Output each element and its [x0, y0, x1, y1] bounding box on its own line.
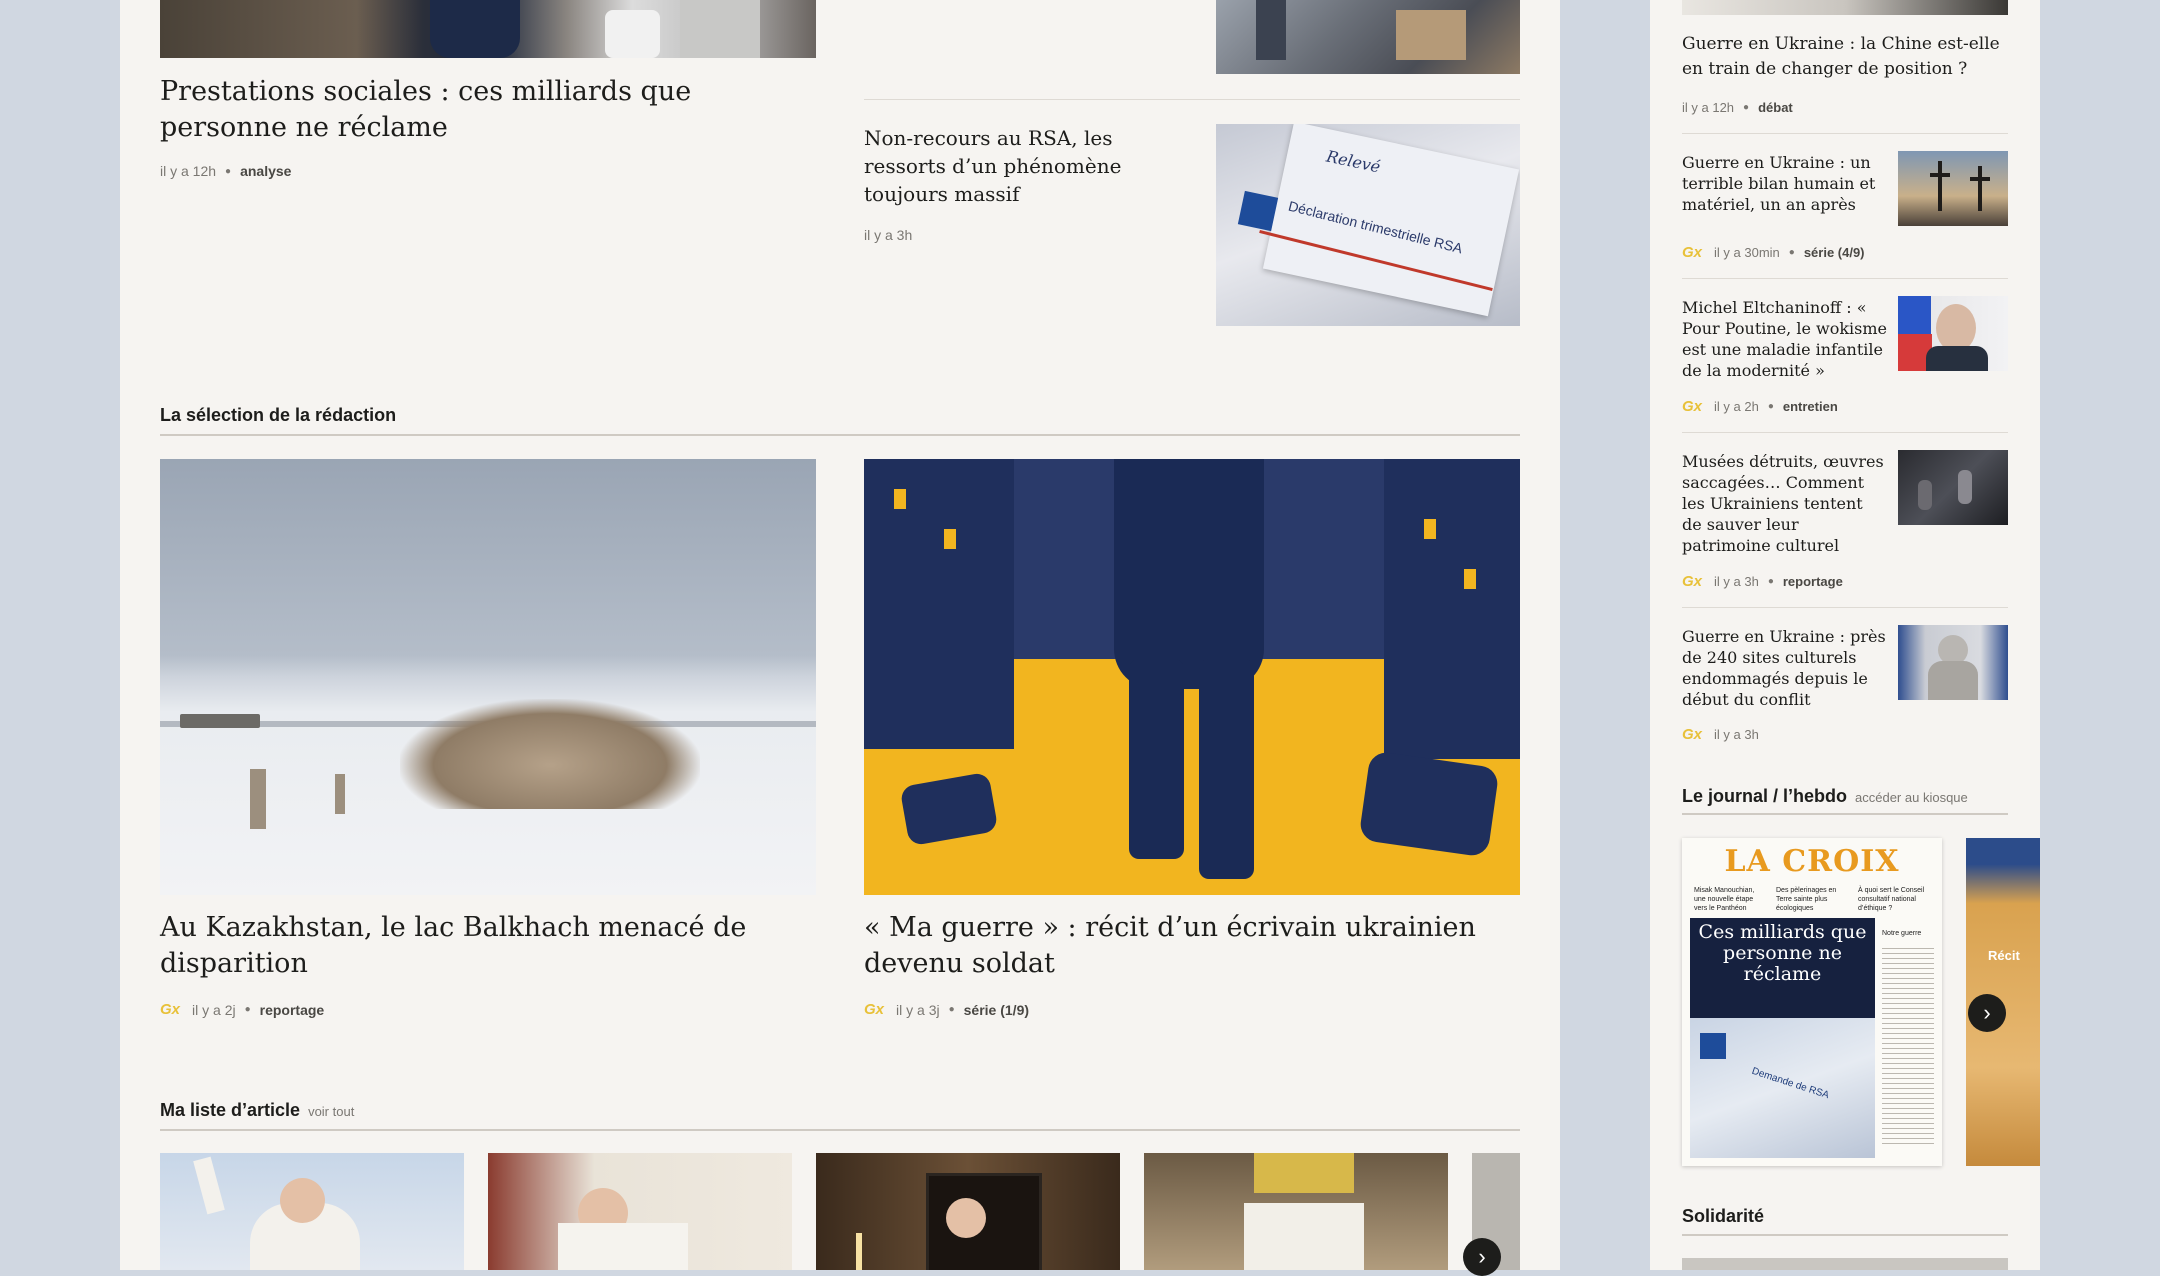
time-label: il y a 3h [864, 227, 913, 243]
rsa-document-image[interactable]: Relevé Déclaration trimestrielle RSA [1216, 124, 1520, 326]
main-column: Prestations sociales : ces milliards que… [120, 0, 1560, 1276]
sidebar-item-meta: Gx il y a 3h ● reportage [1682, 573, 1843, 590]
separator-dot: ● [225, 165, 232, 177]
journal-next-button[interactable]: › [1968, 994, 2006, 1032]
sidebar-top-meta: il y a 12h ● débat [1682, 100, 1793, 115]
separator-dot: ● [1788, 247, 1795, 258]
side-article-title[interactable]: Non-recours au RSA, les ressorts d’un ph… [864, 124, 1174, 208]
list-next-button[interactable]: › [1463, 1238, 1501, 1276]
section-divider [160, 1129, 1520, 1131]
sidebar-top-title[interactable]: Guerre en Ukraine : la Chine est-elle en… [1682, 32, 2008, 82]
tag-label: série (1/9) [963, 1001, 1030, 1018]
divider [1682, 278, 2008, 279]
gx-badge-icon: Gx [1682, 398, 1703, 415]
time-label: il y a 2j [192, 1001, 236, 1018]
lead-article-title[interactable]: Prestations sociales : ces milliards que… [160, 74, 820, 146]
newspaper-cover[interactable]: LA CROIX Misak Manouchian, une nouvelle … [1682, 838, 1942, 1166]
cover-subhead: À quoi sert le Conseil consultatif natio… [1858, 887, 1925, 912]
kazakhstan-article-meta: Gx il y a 2j ● reportage [160, 1001, 324, 1018]
list-card-image[interactable] [1144, 1153, 1448, 1270]
divider [1682, 607, 2008, 608]
section-divider [1682, 1234, 2008, 1236]
time-label: il y a 30min [1714, 245, 1780, 260]
soldier-article-title[interactable]: « Ma guerre » : récit d’un écrivain ukra… [864, 910, 1520, 982]
divider [864, 99, 1520, 100]
my-list-heading-text: Ma liste d’article [160, 1100, 301, 1120]
tag-label: reportage [1782, 574, 1843, 589]
time-label: il y a 2h [1714, 399, 1759, 414]
solidarite-heading: Solidarité [1682, 1206, 1764, 1227]
gx-badge-icon: Gx [1682, 244, 1703, 261]
journal-heading: Le journal / l’hebdo accéder au kiosque [1682, 786, 1968, 807]
soldier-article-meta: Gx il y a 3j ● série (1/9) [864, 1001, 1029, 1018]
separator-dot: ● [948, 1004, 955, 1015]
list-card-image[interactable] [816, 1153, 1120, 1270]
gx-badge-icon: Gx [160, 1001, 181, 1018]
sidebar-top-image[interactable] [1682, 0, 2008, 15]
solidarite-heading-text: Solidarité [1682, 1206, 1765, 1226]
sidebar-item-title[interactable]: Michel Eltchaninoff : « Pour Poutine, le… [1682, 297, 1887, 381]
sidebar-item-image[interactable] [1898, 296, 2008, 371]
soldier-illustration-image[interactable] [864, 459, 1520, 895]
tag-label: série (4/9) [1803, 245, 1865, 260]
time-label: il y a 12h [160, 163, 217, 179]
sidebar-item-title[interactable]: Guerre en Ukraine : près de 240 sites cu… [1682, 626, 1887, 710]
solidarite-image[interactable] [1682, 1258, 2008, 1270]
selection-heading-text: La sélection de la rédaction [160, 405, 397, 425]
chevron-right-icon: › [1983, 1000, 1991, 1025]
lead-article-meta: il y a 12h ● analyse [160, 163, 291, 179]
kazakhstan-article-title[interactable]: Au Kazakhstan, le lac Balkhach menacé de… [160, 910, 816, 982]
gx-badge-icon: Gx [1682, 726, 1703, 743]
tag-label: entretien [1782, 399, 1838, 414]
sidebar-item-meta: Gx il y a 2h ● entretien [1682, 398, 1838, 415]
kazakhstan-lake-image[interactable] [160, 459, 816, 895]
cover-subhead: Des pèlerinages en Terre sainte plus éco… [1776, 887, 1837, 912]
tag-label: reportage [259, 1001, 325, 1018]
lead-article-image[interactable] [160, 0, 816, 58]
tag-label: débat [1758, 100, 1793, 115]
section-divider [160, 434, 1520, 436]
top-right-image[interactable] [1216, 0, 1520, 74]
separator-dot: ● [1743, 102, 1750, 113]
separator-dot: ● [1767, 576, 1774, 587]
cover-subhead: Notre guerre [1882, 930, 1922, 937]
sidebar-item-title[interactable]: Musées détruits, œuvres saccagées… Comme… [1682, 451, 1887, 556]
time-label: il y a 3j [896, 1001, 940, 1018]
sidebar-item-meta: Gx il y a 30min ● série (4/9) [1682, 244, 1865, 261]
separator-dot: ● [1767, 401, 1774, 412]
list-card-image[interactable] [488, 1153, 792, 1270]
sidebar-item-meta: Gx il y a 3h [1682, 726, 1759, 743]
sidebar-item-image[interactable] [1898, 625, 2008, 700]
cover-subhead: Misak Manouchian, une nouvelle étape ver… [1694, 887, 1755, 912]
list-card-image[interactable] [160, 1153, 464, 1270]
sidebar-item-image[interactable] [1898, 151, 2008, 226]
my-list-heading: Ma liste d’article voir tout [160, 1100, 354, 1121]
side-article-meta: il y a 3h [864, 227, 912, 243]
chevron-right-icon: › [1478, 1244, 1486, 1269]
journal-heading-text: Le journal / l’hebdo [1682, 786, 1848, 806]
gx-badge-icon: Gx [864, 1001, 885, 1018]
see-all-link[interactable]: voir tout [308, 1104, 354, 1119]
sidebar-item-image[interactable] [1898, 450, 2008, 525]
tag-label: analyse [240, 163, 292, 179]
time-label: il y a 3h [1714, 574, 1759, 589]
hebdo-cover-text: Récit [1988, 948, 2020, 963]
time-label: il y a 3h [1714, 727, 1759, 742]
time-label: il y a 12h [1682, 100, 1735, 115]
sidebar-item-title[interactable]: Guerre en Ukraine : un terrible bilan hu… [1682, 152, 1887, 215]
section-divider [1682, 813, 2008, 815]
gx-badge-icon: Gx [1682, 573, 1703, 590]
divider [1682, 432, 2008, 433]
sidebar: Guerre en Ukraine : la Chine est-elle en… [1650, 0, 2040, 1270]
selection-heading: La sélection de la rédaction [160, 405, 396, 426]
separator-dot: ● [244, 1004, 251, 1015]
divider [1682, 133, 2008, 134]
cover-headline: Ces milliards que personne ne réclame [1698, 921, 1867, 985]
cover-doc-text: Demande de RSA [1750, 1065, 1831, 1102]
kiosk-link[interactable]: accéder au kiosque [1855, 790, 1968, 805]
cover-masthead: LA CROIX [1724, 844, 1900, 879]
